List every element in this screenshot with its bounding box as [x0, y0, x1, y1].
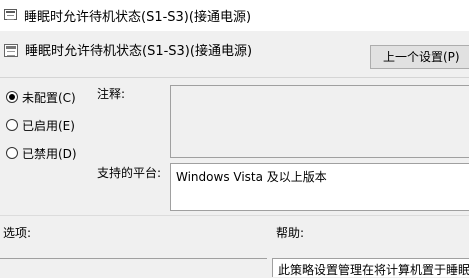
dialog-header: 睡眠时允许待机状态(S1-S3)(接通电源) 上一个设置(P) — [0, 31, 469, 77]
section-divider — [0, 215, 469, 216]
radio-label: 已启用(E) — [22, 119, 75, 133]
help-label: 帮助: — [276, 226, 305, 240]
policy-settings-icon — [4, 44, 18, 57]
radio-label: 未配置(C) — [22, 91, 76, 105]
radio-button[interactable] — [6, 119, 18, 131]
supported-platforms-field: Windows Vista 及以上版本 — [170, 163, 469, 211]
policy-settings-icon — [4, 9, 17, 20]
help-textbox[interactable]: 此策略设置管理在将计算机置于睡眠 — [272, 258, 469, 277]
supported-platforms-value: Windows Vista 及以上版本 — [176, 170, 327, 184]
window-title: 睡眠时允许待机状态(S1-S3)(接通电源) — [24, 10, 252, 25]
options-panel — [0, 258, 267, 277]
radio-label: 已禁用(D) — [22, 147, 77, 161]
comment-label: 注释: — [97, 87, 126, 101]
help-text: 此策略设置管理在将计算机置于睡眠 — [278, 263, 469, 277]
policy-title: 睡眠时允许待机状态(S1-S3)(接通电源) — [25, 44, 253, 59]
title-bar: 睡眠时允许待机状态(S1-S3)(接通电源) — [0, 0, 469, 31]
options-label: 选项: — [3, 226, 32, 240]
previous-setting-button[interactable]: 上一个设置(P) — [370, 45, 469, 69]
comment-textarea[interactable] — [170, 85, 469, 158]
radio-button-checked[interactable] — [6, 91, 18, 103]
header-divider — [0, 77, 469, 78]
radio-button[interactable] — [6, 147, 18, 159]
supported-platforms-label: 支持的平台: — [97, 166, 162, 180]
